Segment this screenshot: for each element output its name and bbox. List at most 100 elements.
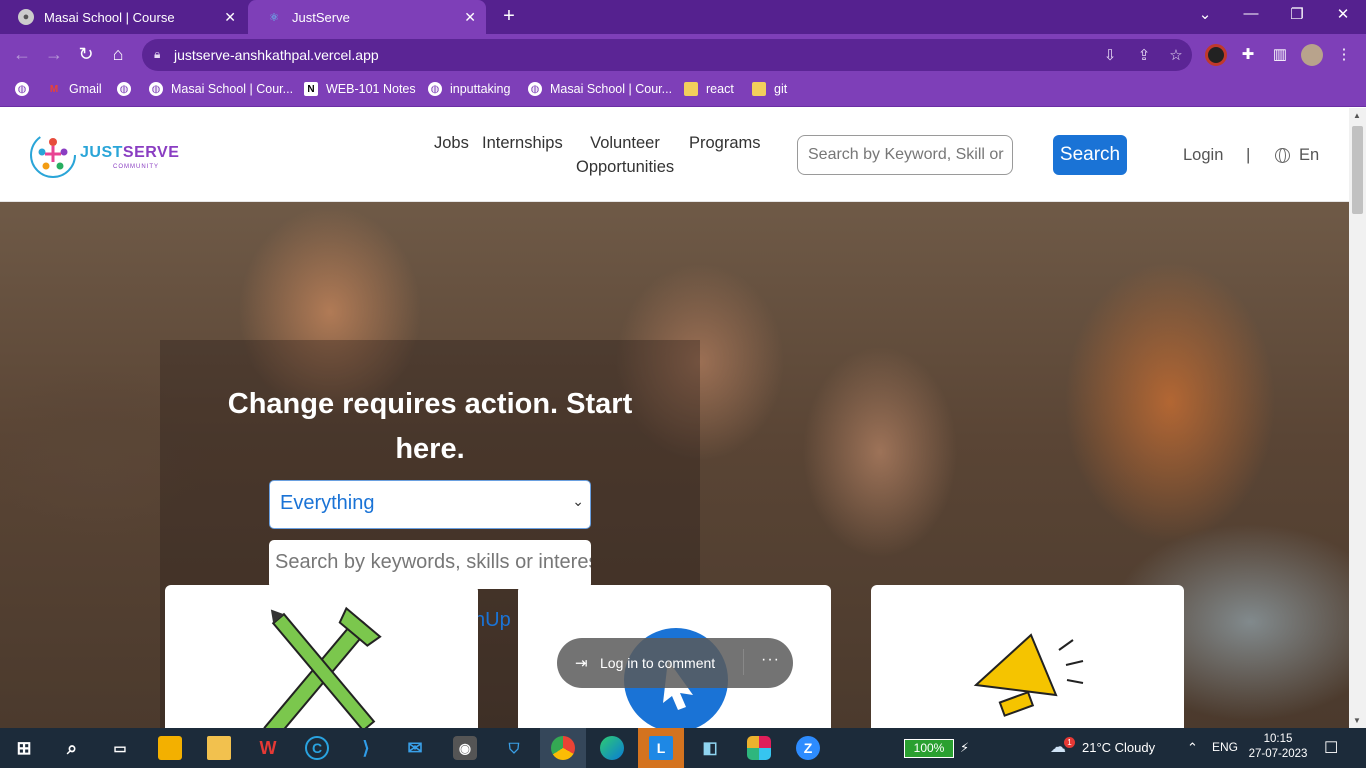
file-explorer-icon[interactable]	[207, 736, 231, 760]
bookmarks-bar: ◍ M Gmail ◍ ◍ Masai School | Cour... N WEB-…	[0, 74, 1366, 107]
search-icon[interactable]: ⌕	[60, 736, 84, 760]
notifications-icon[interactable]: ☐	[1324, 738, 1338, 758]
logo-subtitle: COMMUNITY	[113, 164, 159, 170]
weather-text[interactable]: 21°C Cloudy	[1082, 740, 1155, 755]
address-bar[interactable]: 🔒︎ justserve-anshkathpal.vercel.app ⇩ ⇪ …	[142, 39, 1192, 71]
bookmark-react[interactable]: react	[684, 82, 734, 96]
mail-icon[interactable]: ✉	[403, 736, 427, 760]
home-icon[interactable]: ⌂	[107, 43, 129, 65]
input-language[interactable]: ENG	[1212, 740, 1238, 754]
browser-toolbar: ← → ↻ ⌂ 🔒︎ justserve-anshkathpal.vercel.…	[0, 34, 1366, 74]
logo-wordmark: JUSTSERVE	[80, 144, 180, 161]
slack-icon[interactable]	[747, 736, 771, 760]
more-options-icon[interactable]: ···	[761, 651, 780, 669]
login-link[interactable]: Login	[1183, 146, 1223, 165]
vscode-icon[interactable]: ⟩	[354, 736, 378, 760]
side-panel-icon[interactable]: ▥	[1270, 45, 1290, 63]
shield-vpn-icon[interactable]: ⛉	[502, 736, 526, 760]
restore-button[interactable]: ❐	[1282, 5, 1312, 23]
bookmark-label: react	[706, 82, 734, 96]
card-megaphone[interactable]	[871, 585, 1184, 728]
close-tab-icon[interactable]: ✕	[464, 9, 476, 26]
share-icon[interactable]: ⇪	[1134, 46, 1154, 64]
nav-volunteer-opportunities[interactable]: Volunteer Opportunities	[576, 131, 674, 179]
globe-icon: ◍	[149, 82, 163, 96]
tab-search-icon[interactable]: ⌄	[1190, 5, 1220, 23]
new-tab-button[interactable]: +	[498, 5, 520, 27]
bookmark-inputtaking[interactable]: ◍ inputtaking	[428, 82, 510, 96]
login-arrow-icon: ⇥	[575, 655, 588, 672]
justserve-logo[interactable]: JUSTSERVE COMMUNITY	[28, 128, 179, 182]
show-hidden-icons-icon[interactable]: ⌃	[1187, 740, 1198, 756]
tab-justserve[interactable]: ⚛ JustServe ✕	[248, 0, 486, 34]
page-scrollbar[interactable]: ▲ ▼	[1349, 108, 1366, 728]
extensions-puzzle-icon[interactable]: ✚	[1238, 45, 1258, 63]
install-app-icon[interactable]: ⇩	[1100, 46, 1120, 64]
nav-label: Opportunities	[576, 158, 675, 176]
bookmark-globe-2[interactable]: ◍	[117, 82, 139, 96]
language-selector[interactable]: En	[1275, 146, 1319, 165]
tab-title: JustServe	[292, 9, 350, 25]
category-select[interactable]: Everything ⌄	[269, 480, 591, 529]
hero-title: Change requires action. Start here.	[227, 388, 633, 465]
login-comment-label: Log in to comment	[600, 655, 716, 671]
close-window-button[interactable]: ✕	[1328, 5, 1358, 23]
zoom-icon[interactable]: Z	[796, 736, 820, 760]
github-icon[interactable]: ◉	[453, 736, 477, 760]
wps-office-icon[interactable]: W	[256, 736, 280, 760]
edge-icon[interactable]	[600, 736, 624, 760]
react-favicon-icon: ⚛	[269, 11, 279, 24]
folder-icon	[684, 82, 698, 96]
bookmark-gmail[interactable]: M Gmail	[47, 82, 102, 96]
language-label: En	[1299, 146, 1320, 164]
hammer-pencil-icon	[262, 606, 382, 728]
forward-icon[interactable]: →	[43, 43, 65, 65]
system-clock[interactable]: 10:15 27-07-2023	[1248, 732, 1308, 762]
chevron-down-icon: ⌄	[572, 493, 584, 509]
scroll-down-icon[interactable]: ▼	[1353, 716, 1361, 725]
nav-jobs[interactable]: Jobs	[434, 131, 469, 155]
bookmark-web101[interactable]: N WEB-101 Notes	[304, 82, 416, 96]
globe-icon: ◍	[428, 82, 442, 96]
card-tools[interactable]	[165, 585, 478, 728]
hero-search-input[interactable]: Search by keywords, skills or interes	[269, 540, 591, 589]
back-icon[interactable]: ←	[11, 43, 33, 65]
profile-avatar[interactable]	[1301, 44, 1323, 66]
clock-time: 10:15	[1263, 733, 1293, 745]
task-view-icon[interactable]: ▭	[108, 736, 132, 760]
reload-icon[interactable]: ↻	[75, 43, 97, 65]
bookmark-globe[interactable]: ◍	[15, 82, 37, 96]
bookmark-label: Masai School | Cour...	[171, 82, 294, 96]
header-search-input[interactable]: Search by Keyword, Skill or	[797, 135, 1013, 175]
tab-masai-school[interactable]: ● Masai School | Course ✕	[0, 0, 246, 34]
nav-programs[interactable]: Programs	[689, 131, 761, 155]
bookmark-masai-2[interactable]: ◍ Masai School | Cour...	[528, 82, 672, 96]
chrome-icon[interactable]	[551, 736, 575, 760]
menu-kebab-icon[interactable]: ⋮	[1334, 45, 1354, 63]
cisco-icon[interactable]: C	[305, 736, 329, 760]
bookmark-label: WEB-101 Notes	[326, 82, 416, 96]
bookmark-label: Gmail	[69, 82, 102, 96]
login-to-comment-popup[interactable]: ⇥ Log in to comment ···	[557, 638, 793, 688]
nav-internships[interactable]: Internships	[482, 131, 563, 155]
lock-icon[interactable]: 🔒︎	[154, 47, 160, 62]
notepad-icon[interactable]: ◧	[698, 736, 722, 760]
battery-label: 100%	[913, 741, 945, 755]
close-tab-icon[interactable]: ✕	[224, 9, 236, 26]
signup-link[interactable]: nUp	[474, 609, 511, 632]
windows-start-icon[interactable]: ⊞	[12, 736, 36, 760]
battery-indicator[interactable]: 100%	[904, 739, 954, 758]
search-button[interactable]: Search	[1053, 135, 1127, 175]
scroll-up-icon[interactable]: ▲	[1353, 111, 1361, 120]
scroll-thumb[interactable]	[1352, 126, 1363, 214]
bookmark-star-icon[interactable]: ☆	[1166, 46, 1186, 64]
minimize-button[interactable]: —	[1236, 5, 1266, 22]
extension-record-icon[interactable]	[1205, 44, 1227, 66]
select-value: Everything	[280, 492, 375, 514]
bookmark-masai-1[interactable]: ◍ Masai School | Cour...	[149, 82, 293, 96]
bookmark-label: Masai School | Cour...	[550, 82, 673, 96]
popup-divider	[743, 649, 744, 675]
bookmark-git[interactable]: git	[752, 82, 787, 96]
lively-wallpaper-icon[interactable]: L	[649, 736, 673, 760]
store-icon[interactable]	[158, 736, 182, 760]
